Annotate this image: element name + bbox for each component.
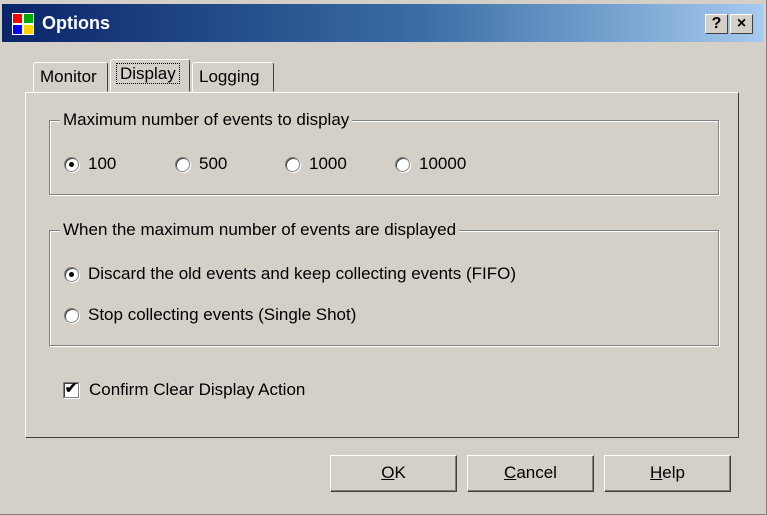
ok-button[interactable]: OK — [330, 455, 457, 492]
radio-fifo-indicator — [64, 266, 79, 282]
check-mark-icon: ✔ — [64, 380, 78, 397]
radio-1000-indicator — [285, 156, 300, 172]
radio-1000[interactable]: 1000 — [285, 154, 347, 174]
cancel-label-rest: ancel — [516, 463, 557, 482]
tab-logging[interactable]: Logging — [192, 62, 274, 92]
help-question-button[interactable]: ? — [705, 14, 728, 34]
title-bar[interactable]: Options ? × — [2, 4, 763, 42]
help-button[interactable]: Help — [604, 455, 731, 492]
cancel-button[interactable]: Cancel — [467, 455, 594, 492]
confirm-clear-checkbox[interactable]: ✔ Confirm Clear Display Action — [63, 380, 305, 400]
radio-100[interactable]: 100 — [64, 154, 116, 174]
ok-mnemonic: O — [381, 463, 395, 482]
display-tab-panel: Maximum number of events to display 100 … — [25, 92, 739, 438]
radio-10000-label: 10000 — [419, 154, 467, 173]
radio-500-indicator — [175, 156, 190, 172]
close-button[interactable]: × — [730, 14, 753, 34]
radio-100-label: 100 — [88, 154, 117, 173]
tab-monitor[interactable]: Monitor — [33, 62, 108, 92]
max-events-group: Maximum number of events to display 100 … — [49, 110, 719, 195]
checkbox-indicator: ✔ — [63, 380, 79, 398]
app-icon — [12, 13, 34, 35]
radio-100-indicator — [64, 156, 79, 172]
radio-fifo-label: Discard the old events and keep collecti… — [88, 264, 517, 283]
window-title: Options — [42, 13, 110, 33]
ok-label-rest: K — [394, 463, 406, 482]
radio-10000[interactable]: 10000 — [395, 154, 466, 174]
help-label-rest: elp — [662, 463, 685, 482]
radio-selected-dot — [69, 271, 74, 277]
radio-single-shot[interactable]: Stop collecting events (Single Shot) — [64, 305, 356, 325]
radio-500-label: 500 — [199, 154, 228, 173]
radio-single-shot-label: Stop collecting events (Single Shot) — [88, 305, 357, 324]
tab-logging-label: Logging — [199, 67, 260, 86]
radio-500[interactable]: 500 — [175, 154, 227, 174]
tab-monitor-label: Monitor — [40, 67, 97, 86]
max-events-legend: Maximum number of events to display — [60, 110, 353, 130]
radio-selected-dot — [69, 161, 74, 167]
radio-1000-label: 1000 — [309, 154, 347, 173]
max-reached-group: When the maximum number of events are di… — [49, 220, 719, 346]
options-dialog: Options ? × Monitor Display Logging Maxi… — [0, 0, 767, 515]
tab-display-label: Display — [116, 63, 180, 84]
radio-single-shot-indicator — [64, 307, 79, 323]
confirm-clear-label: Confirm Clear Display Action — [89, 380, 306, 399]
radio-fifo[interactable]: Discard the old events and keep collecti… — [64, 264, 516, 284]
help-mnemonic: H — [650, 463, 663, 482]
cancel-mnemonic: C — [504, 463, 517, 482]
max-reached-legend: When the maximum number of events are di… — [60, 220, 460, 240]
radio-10000-indicator — [395, 156, 410, 172]
tab-display[interactable]: Display — [110, 59, 190, 92]
